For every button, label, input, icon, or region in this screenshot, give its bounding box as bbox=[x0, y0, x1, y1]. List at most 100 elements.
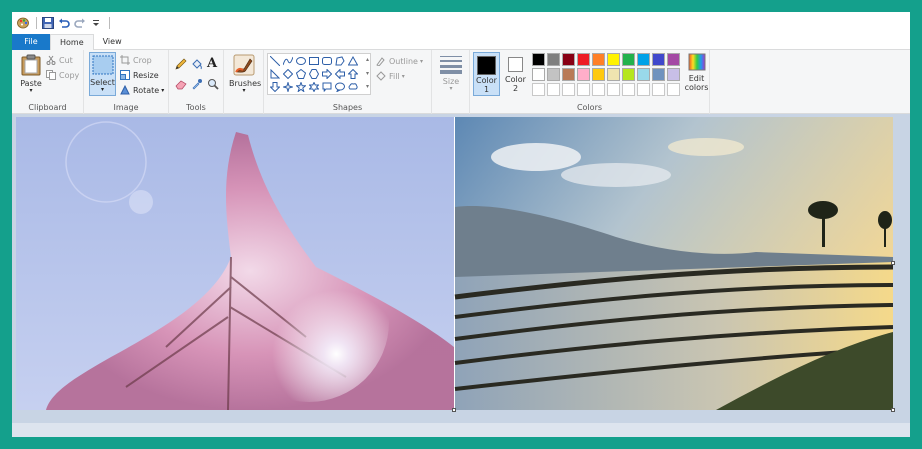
five-point-star-shape-icon[interactable] bbox=[295, 81, 307, 93]
down-arrow-shape-icon[interactable] bbox=[269, 81, 281, 93]
custom-color-slot[interactable] bbox=[562, 83, 575, 96]
polygon-shape-icon[interactable] bbox=[334, 55, 346, 67]
custom-color-slot[interactable] bbox=[637, 83, 650, 96]
curve-shape-icon[interactable] bbox=[282, 55, 294, 67]
rotate-icon bbox=[120, 85, 130, 95]
tab-home[interactable]: Home bbox=[50, 34, 94, 51]
cloud-callout-shape-icon[interactable] bbox=[347, 81, 359, 93]
cut-button[interactable]: Cut bbox=[46, 53, 73, 67]
palette-swatch[interactable] bbox=[622, 53, 635, 66]
tab-view[interactable]: View bbox=[94, 34, 131, 50]
rounded-rectangle-shape-icon[interactable] bbox=[321, 55, 333, 67]
pencil-icon[interactable] bbox=[175, 58, 187, 73]
color1-button[interactable]: Color 1 bbox=[473, 52, 500, 96]
four-point-star-shape-icon[interactable] bbox=[282, 81, 294, 93]
redo-icon[interactable] bbox=[73, 16, 87, 30]
customize-qat-icon[interactable] bbox=[89, 16, 103, 30]
color2-button[interactable]: Color 2 bbox=[502, 52, 529, 96]
custom-color-slot[interactable] bbox=[577, 83, 590, 96]
resize-button[interactable]: Resize bbox=[120, 68, 159, 82]
up-arrow-shape-icon[interactable] bbox=[347, 68, 359, 80]
undo-icon[interactable] bbox=[57, 16, 71, 30]
palette-swatch[interactable] bbox=[607, 53, 620, 66]
palette-swatch[interactable] bbox=[577, 53, 590, 66]
crop-button[interactable]: Crop bbox=[120, 53, 152, 67]
shapes-scroll-up-icon[interactable]: ▴ bbox=[366, 56, 369, 63]
six-point-star-shape-icon[interactable] bbox=[308, 81, 320, 93]
outline-button[interactable]: Outline ▾ bbox=[376, 54, 423, 68]
edit-colors-button[interactable]: Edit colors bbox=[684, 53, 709, 92]
size-button[interactable]: Size ▾ bbox=[437, 54, 465, 92]
brushes-button[interactable]: Brushes ▾ bbox=[229, 54, 261, 94]
palette-swatch[interactable] bbox=[607, 68, 620, 81]
pentagon-shape-icon[interactable] bbox=[295, 68, 307, 80]
text-tool-icon[interactable]: A bbox=[207, 56, 217, 71]
rounded-callout-shape-icon[interactable] bbox=[321, 81, 333, 93]
custom-color-slot[interactable] bbox=[652, 83, 665, 96]
shapes-scroll-down-icon[interactable]: ▾ bbox=[366, 70, 369, 77]
line-shape-icon[interactable] bbox=[269, 55, 281, 67]
crop-label: Crop bbox=[133, 55, 152, 65]
clipboard-group: Paste ▾ Cut Copy Clipboard bbox=[12, 50, 84, 114]
palette-swatch[interactable] bbox=[562, 53, 575, 66]
paint-app-icon[interactable] bbox=[16, 16, 30, 30]
eraser-icon[interactable] bbox=[175, 78, 187, 93]
canvas-resize-handle-right[interactable] bbox=[891, 261, 895, 265]
hexagon-shape-icon[interactable] bbox=[308, 68, 320, 80]
custom-color-slot[interactable] bbox=[607, 83, 620, 96]
magnifier-icon[interactable] bbox=[207, 78, 219, 93]
oval-callout-shape-icon[interactable] bbox=[334, 81, 346, 93]
color-palette bbox=[532, 53, 682, 99]
copy-button[interactable]: Copy bbox=[46, 68, 79, 82]
rotate-button[interactable]: Rotate ▾ bbox=[120, 83, 164, 97]
size-dropdown-icon: ▾ bbox=[449, 85, 453, 92]
custom-color-slot[interactable] bbox=[622, 83, 635, 96]
rectangle-shape-icon[interactable] bbox=[308, 55, 320, 67]
right-arrow-shape-icon[interactable] bbox=[321, 68, 333, 80]
diamond-shape-icon[interactable] bbox=[282, 68, 294, 80]
palette-swatch[interactable] bbox=[667, 53, 680, 66]
fill-button[interactable]: Fill ▾ bbox=[376, 69, 405, 83]
rotate-dropdown-icon: ▾ bbox=[161, 86, 165, 94]
custom-color-slot[interactable] bbox=[532, 83, 545, 96]
palette-swatch[interactable] bbox=[532, 68, 545, 81]
palette-swatch[interactable] bbox=[547, 53, 560, 66]
palette-swatch[interactable] bbox=[622, 68, 635, 81]
palette-swatch[interactable] bbox=[577, 68, 590, 81]
color-picker-icon[interactable] bbox=[191, 78, 203, 93]
palette-swatch[interactable] bbox=[637, 68, 650, 81]
canvas-resize-handle-bottom[interactable] bbox=[452, 408, 456, 412]
scissors-icon bbox=[46, 55, 56, 65]
palette-swatch[interactable] bbox=[667, 68, 680, 81]
palette-swatch[interactable] bbox=[652, 68, 665, 81]
oval-shape-icon[interactable] bbox=[295, 55, 307, 67]
horizontal-scrollbar[interactable] bbox=[12, 423, 910, 437]
right-triangle-shape-icon[interactable] bbox=[269, 68, 281, 80]
outline-dropdown-icon: ▾ bbox=[419, 57, 423, 65]
triangle-shape-icon[interactable] bbox=[347, 55, 359, 67]
paste-button[interactable]: Paste ▾ bbox=[18, 54, 44, 94]
palette-swatch[interactable] bbox=[652, 53, 665, 66]
drawing-canvas[interactable] bbox=[16, 117, 893, 410]
palette-swatch[interactable] bbox=[547, 68, 560, 81]
resize-label: Resize bbox=[133, 70, 159, 80]
custom-color-slot[interactable] bbox=[547, 83, 560, 96]
palette-swatch[interactable] bbox=[592, 53, 605, 66]
left-arrow-shape-icon[interactable] bbox=[334, 68, 346, 80]
line-size-icon bbox=[440, 56, 462, 74]
palette-swatch[interactable] bbox=[562, 68, 575, 81]
canvas-resize-handle-corner[interactable] bbox=[891, 408, 895, 412]
fill-bucket-icon[interactable] bbox=[191, 58, 203, 73]
palette-swatch[interactable] bbox=[532, 53, 545, 66]
palette-swatch[interactable] bbox=[637, 53, 650, 66]
tab-file[interactable]: File bbox=[12, 34, 50, 50]
selection-rectangle-icon bbox=[92, 55, 113, 75]
select-button[interactable]: Select ▾ bbox=[89, 52, 116, 96]
custom-color-slot[interactable] bbox=[667, 83, 680, 96]
palette-swatch[interactable] bbox=[592, 68, 605, 81]
custom-color-slot[interactable] bbox=[592, 83, 605, 96]
save-icon[interactable] bbox=[41, 16, 55, 30]
fill-dropdown-icon: ▾ bbox=[401, 72, 405, 80]
shapes-more-icon[interactable]: ▾ bbox=[366, 83, 369, 90]
tools-group-label: Tools bbox=[186, 103, 206, 112]
